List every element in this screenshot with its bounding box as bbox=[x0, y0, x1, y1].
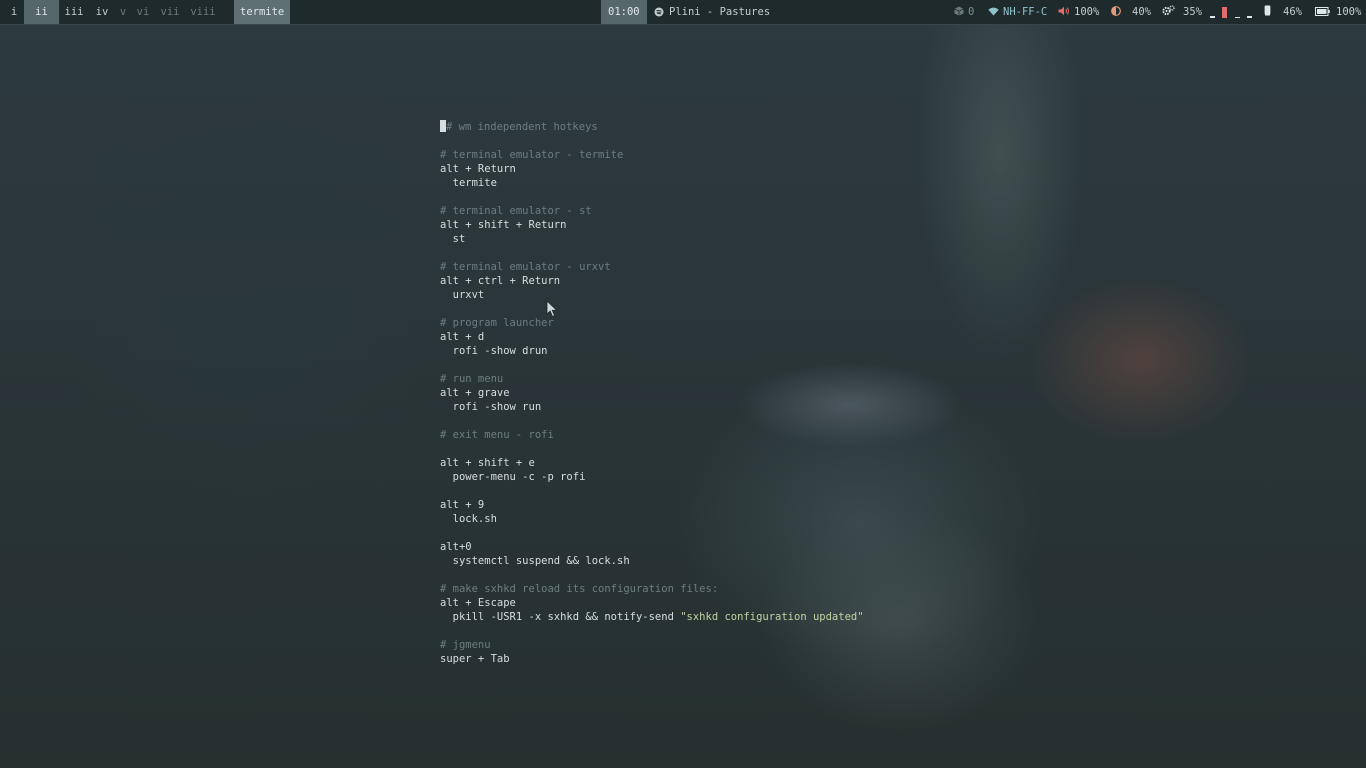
code-line: rofi -show drun bbox=[440, 345, 548, 357]
command-text: pkill -USR1 -x sxhkd && notify-send bbox=[440, 611, 681, 623]
wifi-ssid: NH-FF-C bbox=[1003, 6, 1048, 18]
cpu-core-bar bbox=[1210, 16, 1215, 18]
gears-icon bbox=[1162, 5, 1175, 16]
comment-line: # terminal emulator - termite bbox=[440, 149, 624, 161]
updates-indicator[interactable]: 0 bbox=[954, 0, 974, 24]
memory-indicator[interactable]: 46% bbox=[1264, 0, 1302, 24]
code-line: urxvt bbox=[440, 289, 485, 301]
package-icon bbox=[954, 6, 964, 16]
volume-level: 100% bbox=[1074, 6, 1100, 18]
code-line: pkill -USR1 -x sxhkd && notify-send "sxh… bbox=[440, 610, 864, 624]
code-line: alt + Return bbox=[440, 163, 516, 175]
battery-indicator[interactable]: 100% bbox=[1315, 0, 1361, 24]
status-bar: i ii iii iv v vi vii viii termite 01:00 … bbox=[0, 0, 1366, 25]
code-line: alt + grave bbox=[440, 387, 510, 399]
memory-level: 46% bbox=[1283, 6, 1302, 18]
wifi-indicator[interactable]: NH-FF-C bbox=[988, 0, 1047, 24]
code-line: alt + shift + Return bbox=[440, 219, 567, 231]
code-line: rofi -show run bbox=[440, 401, 542, 413]
volume-icon bbox=[1058, 6, 1070, 16]
code-line: alt + 9 bbox=[440, 499, 485, 511]
cpu-core-bar bbox=[1247, 16, 1252, 18]
wifi-icon bbox=[988, 7, 999, 16]
cpu-core-bar bbox=[1235, 17, 1240, 18]
comment-line: # program launcher bbox=[440, 317, 554, 329]
comment-line: # terminal emulator - st bbox=[440, 205, 592, 217]
brightness-level: 40% bbox=[1132, 6, 1151, 18]
media-player[interactable]: Plini - Pastures bbox=[654, 0, 770, 24]
code-line: super + Tab bbox=[440, 653, 510, 665]
spotify-icon bbox=[654, 7, 664, 17]
code-line: alt+0 bbox=[440, 541, 472, 553]
clock[interactable]: 01:00 bbox=[601, 0, 647, 24]
code-line: alt + shift + e bbox=[440, 457, 535, 469]
comment-line: # wm independent hotkeys bbox=[440, 120, 598, 134]
memory-icon bbox=[1264, 5, 1271, 16]
comment-line: # run menu bbox=[440, 373, 504, 385]
cpu-core-bar bbox=[1222, 7, 1227, 18]
comment-line: # make sxhkd reload its configuration fi… bbox=[440, 583, 719, 595]
workspace-2[interactable]: ii bbox=[24, 0, 59, 24]
code-line: termite bbox=[440, 177, 497, 189]
updates-count: 0 bbox=[968, 6, 975, 18]
comment-line: # jgmenu bbox=[440, 639, 491, 651]
workspace-8[interactable]: viii bbox=[187, 0, 219, 24]
volume-indicator[interactable]: 100% bbox=[1058, 0, 1099, 24]
workspace-7[interactable]: vii bbox=[156, 0, 184, 24]
string-literal: "sxhkd configuration updated" bbox=[680, 611, 864, 623]
code-line: lock.sh bbox=[440, 513, 497, 525]
workspace-4[interactable]: iv bbox=[88, 0, 116, 24]
battery-icon bbox=[1315, 7, 1330, 16]
media-track: Plini - Pastures bbox=[669, 6, 771, 18]
comment-line: # exit menu - rofi bbox=[440, 429, 554, 441]
battery-level: 100% bbox=[1336, 6, 1362, 18]
terminal-editor[interactable]: # wm independent hotkeys # terminal emula… bbox=[440, 118, 960, 678]
code-line: power-menu -c -p rofi bbox=[440, 471, 586, 483]
code-line: alt + d bbox=[440, 331, 485, 343]
mouse-cursor-icon bbox=[546, 300, 560, 318]
code-line: systemctl suspend && lock.sh bbox=[440, 555, 630, 567]
workspace-6[interactable]: vi bbox=[132, 0, 154, 24]
comment-text: # wm independent hotkeys bbox=[446, 121, 598, 133]
code-line: st bbox=[440, 233, 466, 245]
workspace-3[interactable]: iii bbox=[60, 0, 88, 24]
cpu-core-bars bbox=[1210, 5, 1256, 18]
brightness-icon bbox=[1111, 6, 1121, 16]
workspace-1[interactable]: i bbox=[4, 0, 24, 24]
brightness-indicator[interactable]: 40% bbox=[1111, 0, 1151, 24]
cpu-level: 35% bbox=[1183, 6, 1202, 18]
code-line: alt + Escape bbox=[440, 597, 516, 609]
cpu-indicator[interactable]: 35% bbox=[1162, 0, 1202, 24]
comment-line: # terminal emulator - urxvt bbox=[440, 261, 611, 273]
workspace-5[interactable]: v bbox=[116, 0, 130, 24]
focused-window-title[interactable]: termite bbox=[234, 0, 291, 24]
code-line: alt + ctrl + Return bbox=[440, 275, 561, 287]
